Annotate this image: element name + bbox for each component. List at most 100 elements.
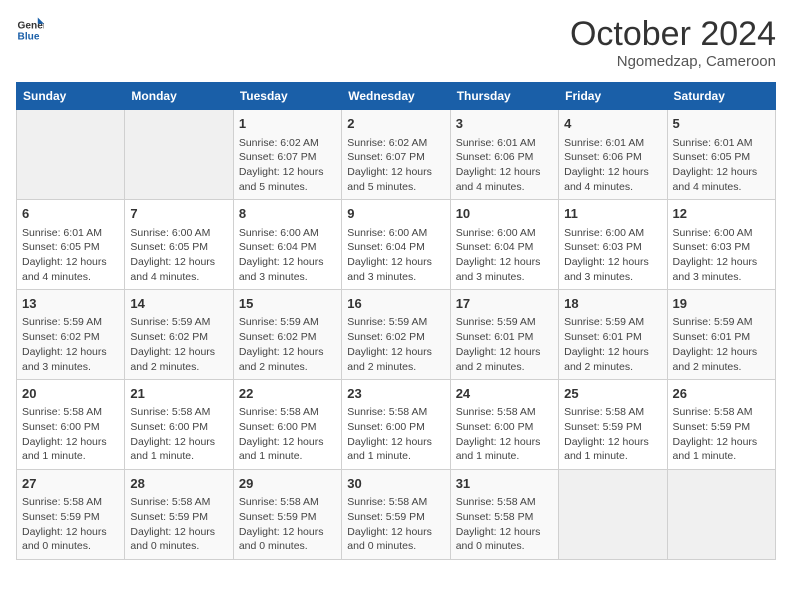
header-saturday: Saturday — [667, 83, 775, 110]
calendar-cell: 26 Sunrise: 5:58 AM Sunset: 5:59 PM Dayli… — [667, 380, 775, 470]
week-row-1: 6 Sunrise: 6:01 AM Sunset: 6:05 PM Daylig… — [17, 200, 776, 290]
day-detail: Sunrise: 6:00 AM Sunset: 6:04 PM Dayligh… — [239, 226, 336, 285]
calendar-cell: 14Sunrise: 5:59 AM Sunset: 6:02 PM Dayli… — [125, 290, 233, 380]
calendar-cell: 16 Sunrise: 5:59 AM Sunset: 6:02 PM Dayli… — [342, 290, 450, 380]
logo-icon: General Blue — [16, 16, 44, 44]
day-number: 25 — [564, 385, 661, 403]
day-number: 29 — [239, 475, 336, 493]
day-detail: Sunrise: 5:59 AM Sunset: 6:01 PM Dayligh… — [456, 315, 553, 374]
day-number: 14 — [130, 295, 227, 313]
calendar-cell: 6 Sunrise: 6:01 AM Sunset: 6:05 PM Daylig… — [17, 200, 125, 290]
calendar-cell — [667, 470, 775, 560]
page-header: General Blue General Blue October 2024 N… — [16, 16, 776, 70]
calendar-cell: 7 Sunrise: 6:00 AM Sunset: 6:05 PM Daylig… — [125, 200, 233, 290]
calendar-cell: 11 Sunrise: 6:00 AM Sunset: 6:03 PM Dayli… — [559, 200, 667, 290]
day-number: 20 — [22, 385, 119, 403]
header-sunday: Sunday — [17, 83, 125, 110]
calendar-cell: 10Sunrise: 6:00 AM Sunset: 6:04 PM Dayli… — [450, 200, 558, 290]
header-monday: Monday — [125, 83, 233, 110]
calendar-cell: 12 Sunrise: 6:00 AM Sunset: 6:03 PM Dayli… — [667, 200, 775, 290]
calendar-cell: 2 Sunrise: 6:02 AM Sunset: 6:07 PM Daylig… — [342, 110, 450, 200]
day-detail: Sunrise: 5:59 AM Sunset: 6:01 PM Dayligh… — [564, 315, 661, 374]
calendar-cell: 18 Sunrise: 5:59 AM Sunset: 6:01 PM Dayli… — [559, 290, 667, 380]
header-friday: Friday — [559, 83, 667, 110]
header-thursday: Thursday — [450, 83, 558, 110]
day-number: 26 — [673, 385, 770, 403]
calendar-table: Sunday Monday Tuesday Wednesday Thursday… — [16, 82, 776, 560]
day-detail: Sunrise: 6:01 AM Sunset: 6:06 PM Dayligh… — [564, 136, 661, 195]
calendar-cell: 1 Sunrise: 6:02 AM Sunset: 6:07 PM Daylig… — [233, 110, 341, 200]
day-detail: Sunrise: 5:59 AM Sunset: 6:02 PM Dayligh… — [22, 315, 119, 374]
location: Ngomedzap, Cameroon — [570, 53, 776, 70]
day-detail: Sunrise: 6:01 AM Sunset: 6:05 PM Dayligh… — [22, 226, 119, 285]
day-detail: Sunrise: 5:58 AM Sunset: 5:59 PM Dayligh… — [22, 495, 119, 554]
day-number: 7 — [130, 205, 227, 223]
day-number: 16 — [347, 295, 444, 313]
day-number: 28 — [130, 475, 227, 493]
header-wednesday: Wednesday — [342, 83, 450, 110]
calendar-cell: 28 Sunrise: 5:58 AM Sunset: 5:59 PM Dayli… — [125, 470, 233, 560]
calendar-cell: 20 Sunrise: 5:58 AM Sunset: 6:00 PM Dayli… — [17, 380, 125, 470]
day-detail: Sunrise: 6:00 AM Sunset: 6:03 PM Dayligh… — [673, 226, 770, 285]
day-number: 1 — [239, 115, 336, 133]
day-detail: Sunrise: 6:02 AM Sunset: 6:07 PM Dayligh… — [347, 136, 444, 195]
day-detail: Sunrise: 5:59 AM Sunset: 6:02 PM Dayligh… — [347, 315, 444, 374]
day-detail: Sunrise: 5:58 AM Sunset: 6:00 PM Dayligh… — [22, 405, 119, 464]
day-detail: Sunrise: 5:58 AM Sunset: 6:00 PM Dayligh… — [130, 405, 227, 464]
calendar-cell: 27Sunrise: 5:58 AM Sunset: 5:59 PM Dayli… — [17, 470, 125, 560]
day-detail: Sunrise: 5:58 AM Sunset: 5:59 PM Dayligh… — [130, 495, 227, 554]
day-number: 10 — [456, 205, 553, 223]
logo: General Blue General Blue — [16, 16, 44, 44]
day-detail: Sunrise: 6:00 AM Sunset: 6:03 PM Dayligh… — [564, 226, 661, 285]
day-number: 3 — [456, 115, 553, 133]
day-number: 17 — [456, 295, 553, 313]
calendar-cell: 5 Sunrise: 6:01 AM Sunset: 6:05 PM Daylig… — [667, 110, 775, 200]
calendar-cell: 13 Sunrise: 5:59 AM Sunset: 6:02 PM Dayli… — [17, 290, 125, 380]
header-tuesday: Tuesday — [233, 83, 341, 110]
week-row-2: 13 Sunrise: 5:59 AM Sunset: 6:02 PM Dayli… — [17, 290, 776, 380]
calendar-cell — [125, 110, 233, 200]
calendar-cell: 19Sunrise: 5:59 AM Sunset: 6:01 PM Dayli… — [667, 290, 775, 380]
day-detail: Sunrise: 5:58 AM Sunset: 5:59 PM Dayligh… — [673, 405, 770, 464]
day-detail: Sunrise: 5:58 AM Sunset: 6:00 PM Dayligh… — [239, 405, 336, 464]
calendar-cell: 22 Sunrise: 5:58 AM Sunset: 6:00 PM Dayli… — [233, 380, 341, 470]
calendar-cell: 25Sunrise: 5:58 AM Sunset: 5:59 PM Dayli… — [559, 380, 667, 470]
day-number: 15 — [239, 295, 336, 313]
day-detail: Sunrise: 6:01 AM Sunset: 6:06 PM Dayligh… — [456, 136, 553, 195]
day-detail: Sunrise: 5:58 AM Sunset: 6:00 PM Dayligh… — [456, 405, 553, 464]
day-detail: Sunrise: 6:02 AM Sunset: 6:07 PM Dayligh… — [239, 136, 336, 195]
day-detail: Sunrise: 6:00 AM Sunset: 6:05 PM Dayligh… — [130, 226, 227, 285]
day-number: 8 — [239, 205, 336, 223]
week-row-3: 20 Sunrise: 5:58 AM Sunset: 6:00 PM Dayli… — [17, 380, 776, 470]
day-number: 24 — [456, 385, 553, 403]
calendar-cell — [17, 110, 125, 200]
day-number: 21 — [130, 385, 227, 403]
day-number: 5 — [673, 115, 770, 133]
day-number: 13 — [22, 295, 119, 313]
day-number: 31 — [456, 475, 553, 493]
day-number: 23 — [347, 385, 444, 403]
day-number: 6 — [22, 205, 119, 223]
calendar-cell: 24 Sunrise: 5:58 AM Sunset: 6:00 PM Dayli… — [450, 380, 558, 470]
header-row: Sunday Monday Tuesday Wednesday Thursday… — [17, 83, 776, 110]
calendar-cell: 8 Sunrise: 6:00 AM Sunset: 6:04 PM Daylig… — [233, 200, 341, 290]
day-number: 9 — [347, 205, 444, 223]
calendar-cell — [559, 470, 667, 560]
day-detail: Sunrise: 5:58 AM Sunset: 6:00 PM Dayligh… — [347, 405, 444, 464]
day-number: 2 — [347, 115, 444, 133]
calendar-cell: 23 Sunrise: 5:58 AM Sunset: 6:00 PM Dayli… — [342, 380, 450, 470]
day-number: 19 — [673, 295, 770, 313]
day-number: 12 — [673, 205, 770, 223]
calendar-cell: 3 Sunrise: 6:01 AM Sunset: 6:06 PM Daylig… — [450, 110, 558, 200]
calendar-cell: 31Sunrise: 5:58 AM Sunset: 5:58 PM Dayli… — [450, 470, 558, 560]
week-row-0: 1 Sunrise: 6:02 AM Sunset: 6:07 PM Daylig… — [17, 110, 776, 200]
day-detail: Sunrise: 6:01 AM Sunset: 6:05 PM Dayligh… — [673, 136, 770, 195]
day-detail: Sunrise: 5:58 AM Sunset: 5:59 PM Dayligh… — [239, 495, 336, 554]
day-detail: Sunrise: 5:58 AM Sunset: 5:59 PM Dayligh… — [347, 495, 444, 554]
day-detail: Sunrise: 6:00 AM Sunset: 6:04 PM Dayligh… — [347, 226, 444, 285]
day-number: 22 — [239, 385, 336, 403]
day-number: 18 — [564, 295, 661, 313]
calendar-cell: 4Sunrise: 6:01 AM Sunset: 6:06 PM Daylig… — [559, 110, 667, 200]
svg-text:Blue: Blue — [18, 31, 40, 42]
day-number: 11 — [564, 205, 661, 223]
